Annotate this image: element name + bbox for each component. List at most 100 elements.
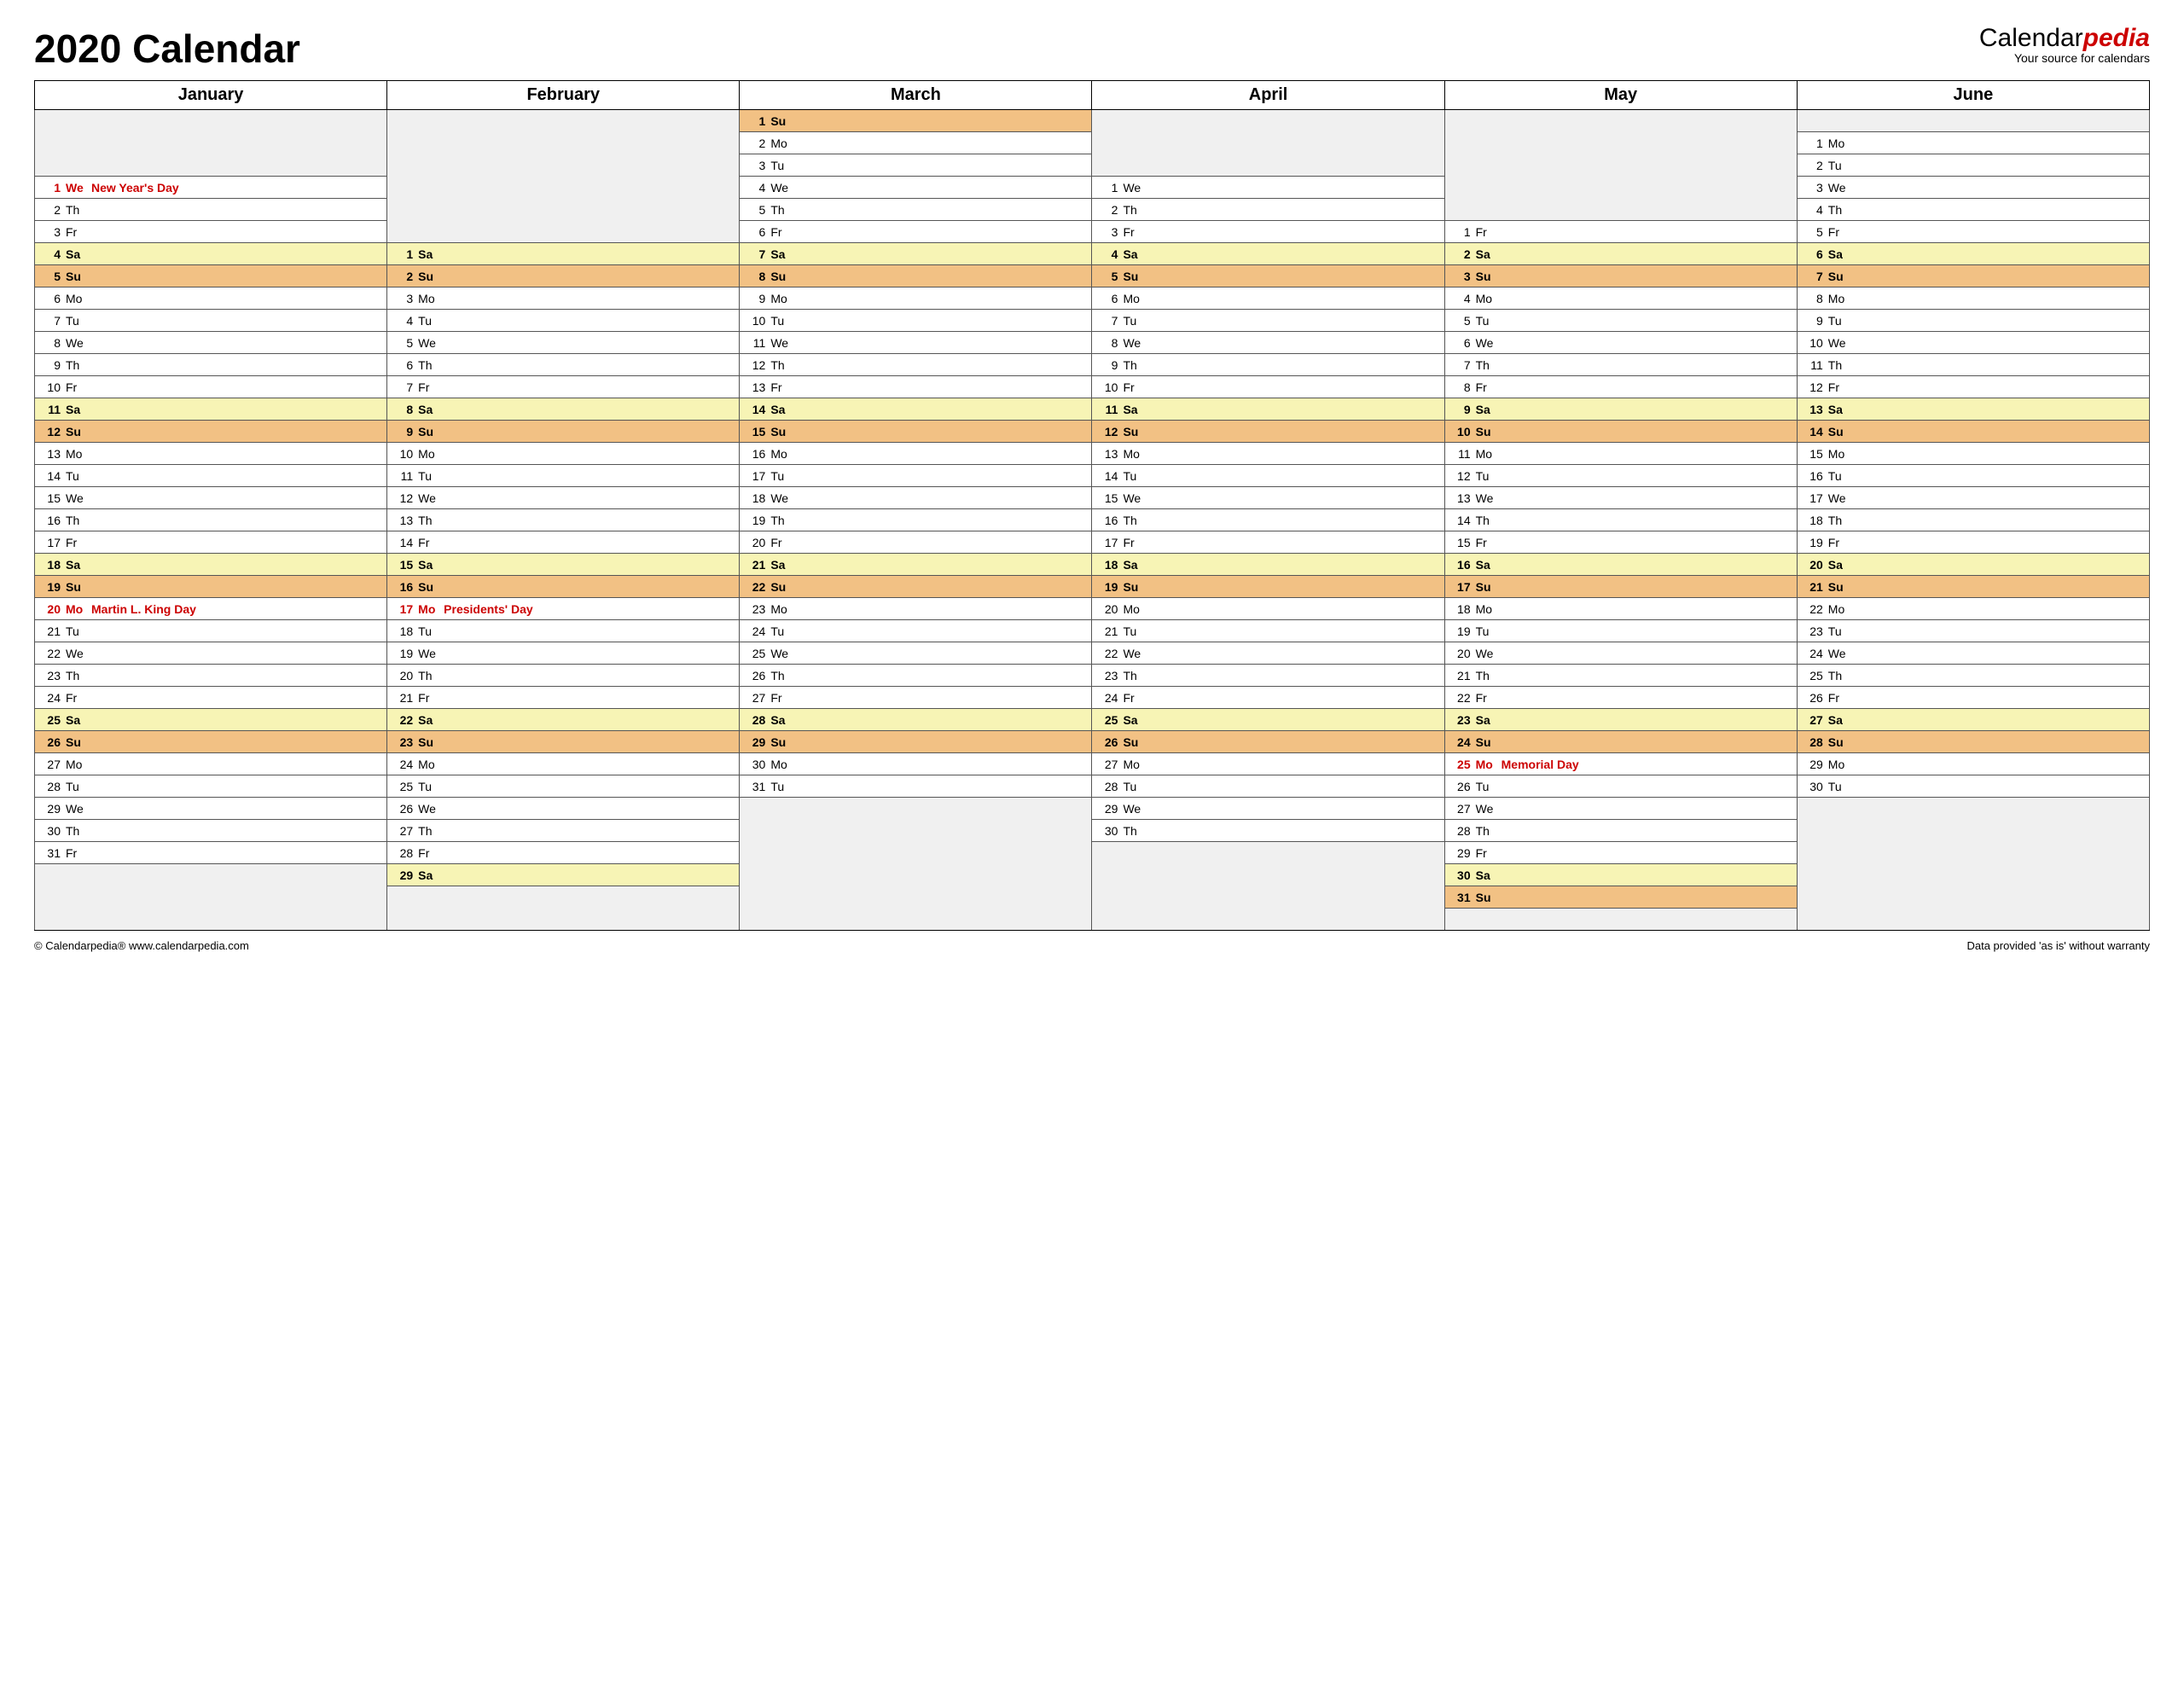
day-cell: 7Fr bbox=[387, 376, 740, 398]
day-cell: 13We bbox=[1444, 487, 1797, 509]
day-number: 5 bbox=[1450, 314, 1471, 328]
empty-cell bbox=[387, 110, 740, 243]
day-of-week: Tu bbox=[765, 780, 794, 793]
day-cell: 1WeNew Year's Day bbox=[35, 177, 387, 199]
day-number: 10 bbox=[1450, 425, 1471, 438]
day-cell: 9Th bbox=[35, 354, 387, 376]
day-number: 1 bbox=[40, 181, 61, 195]
day-cell: 17MoPresidents' Day bbox=[387, 598, 740, 620]
day-cell: 25We bbox=[740, 642, 1092, 665]
day-of-week: Tu bbox=[1118, 624, 1147, 638]
day-cell: 3Tu bbox=[740, 154, 1092, 177]
day-number: 8 bbox=[40, 336, 61, 350]
day-number: 5 bbox=[1097, 270, 1118, 283]
day-number: 20 bbox=[1803, 558, 1823, 572]
calendar-table: JanuaryFebruaryMarchAprilMayJune 1Su2Mo1… bbox=[34, 80, 2150, 931]
empty-cell bbox=[1092, 110, 1444, 177]
day-of-week: Th bbox=[1471, 358, 1500, 372]
day-number: 28 bbox=[745, 713, 765, 727]
day-of-week: We bbox=[1823, 647, 1852, 660]
day-number: 10 bbox=[40, 380, 61, 394]
day-of-week: Mo bbox=[413, 292, 442, 305]
day-number: 14 bbox=[745, 403, 765, 416]
day-of-week: Sa bbox=[1471, 868, 1500, 882]
brand: Calendarpedia Your source for calendars bbox=[1979, 26, 2150, 65]
day-of-week: Sa bbox=[765, 558, 794, 572]
calendar-row: 4Sa1Sa7Sa4Sa2Sa6Sa bbox=[35, 243, 2150, 265]
day-number: 23 bbox=[392, 735, 413, 749]
day-number: 24 bbox=[392, 758, 413, 771]
day-cell: 28Th bbox=[1444, 820, 1797, 842]
day-cell: 14Su bbox=[1797, 421, 2149, 443]
day-number: 8 bbox=[1803, 292, 1823, 305]
month-header: March bbox=[740, 81, 1092, 110]
day-cell: 3Fr bbox=[1092, 221, 1444, 243]
day-cell: 18Mo bbox=[1444, 598, 1797, 620]
day-of-week: We bbox=[1118, 802, 1147, 816]
day-of-week: Fr bbox=[61, 846, 90, 860]
calendar-row: 22We19We25We22We20We24We bbox=[35, 642, 2150, 665]
day-number: 5 bbox=[392, 336, 413, 350]
day-of-week: Mo bbox=[1471, 292, 1500, 305]
day-number: 24 bbox=[1097, 691, 1118, 705]
day-cell: 20Mo bbox=[1092, 598, 1444, 620]
day-cell: 13Sa bbox=[1797, 398, 2149, 421]
day-of-week: Tu bbox=[765, 624, 794, 638]
day-number: 21 bbox=[1097, 624, 1118, 638]
day-cell: 11We bbox=[740, 332, 1092, 354]
day-number: 9 bbox=[1097, 358, 1118, 372]
day-of-week: Su bbox=[1823, 425, 1852, 438]
day-number: 19 bbox=[1803, 536, 1823, 549]
day-of-week: Sa bbox=[1823, 558, 1852, 572]
day-cell: 2Th bbox=[35, 199, 387, 221]
day-number: 23 bbox=[1097, 669, 1118, 682]
day-of-week: We bbox=[1118, 336, 1147, 350]
day-number: 14 bbox=[1450, 514, 1471, 527]
day-number: 18 bbox=[1803, 514, 1823, 527]
day-of-week: We bbox=[413, 336, 442, 350]
day-cell: 22Su bbox=[740, 576, 1092, 598]
day-cell: 3Mo bbox=[387, 287, 740, 310]
day-number: 12 bbox=[392, 491, 413, 505]
day-number: 8 bbox=[392, 403, 413, 416]
day-cell: 26Tu bbox=[1444, 775, 1797, 798]
day-of-week: We bbox=[61, 802, 90, 816]
day-number: 21 bbox=[392, 691, 413, 705]
calendar-row: 20MoMartin L. King Day17MoPresidents' Da… bbox=[35, 598, 2150, 620]
day-of-week: Mo bbox=[1823, 136, 1852, 150]
day-cell: 18We bbox=[740, 487, 1092, 509]
day-of-week: Tu bbox=[1471, 469, 1500, 483]
day-cell: 19Fr bbox=[1797, 531, 2149, 554]
month-header-row: JanuaryFebruaryMarchAprilMayJune bbox=[35, 81, 2150, 110]
day-of-week: Su bbox=[61, 580, 90, 594]
calendar-row: 5Su2Su8Su5Su3Su7Su bbox=[35, 265, 2150, 287]
day-number: 2 bbox=[1803, 159, 1823, 172]
day-of-week: Sa bbox=[61, 713, 90, 727]
day-number: 1 bbox=[392, 247, 413, 261]
day-number: 18 bbox=[745, 491, 765, 505]
calendar-row: 27Mo24Mo30Mo27Mo25MoMemorial Day29Mo bbox=[35, 753, 2150, 775]
day-cell: 2Mo bbox=[740, 132, 1092, 154]
day-number: 17 bbox=[392, 602, 413, 616]
day-cell: 27Mo bbox=[1092, 753, 1444, 775]
day-number: 5 bbox=[40, 270, 61, 283]
day-cell: 7Tu bbox=[1092, 310, 1444, 332]
day-of-week: Tu bbox=[1823, 780, 1852, 793]
day-of-week: Th bbox=[1823, 514, 1852, 527]
day-cell: 25Sa bbox=[1092, 709, 1444, 731]
day-cell: 19We bbox=[387, 642, 740, 665]
day-number: 13 bbox=[1803, 403, 1823, 416]
day-of-week: Mo bbox=[413, 602, 442, 616]
day-of-week: Sa bbox=[765, 247, 794, 261]
day-number: 19 bbox=[392, 647, 413, 660]
day-cell: 9Tu bbox=[1797, 310, 2149, 332]
day-of-week: Fr bbox=[1471, 846, 1500, 860]
day-number: 21 bbox=[1803, 580, 1823, 594]
day-number: 13 bbox=[745, 380, 765, 394]
day-of-week: We bbox=[765, 647, 794, 660]
day-cell: 30Th bbox=[35, 820, 387, 842]
day-cell: 10We bbox=[1797, 332, 2149, 354]
day-cell: 21Su bbox=[1797, 576, 2149, 598]
day-cell: 21Fr bbox=[387, 687, 740, 709]
day-of-week: Mo bbox=[1118, 447, 1147, 461]
